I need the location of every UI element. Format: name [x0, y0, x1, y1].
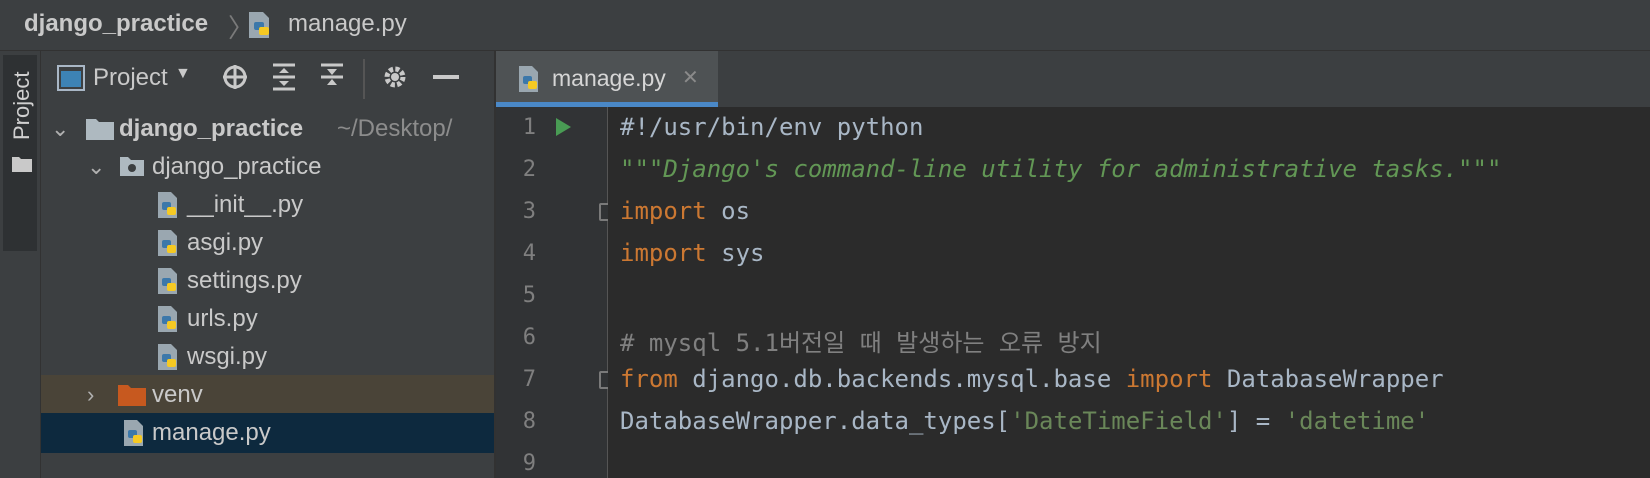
gear-icon[interactable] [381, 63, 409, 96]
code-line-3: import os [620, 197, 751, 225]
project-tool-tab-label: Project [9, 71, 34, 140]
editor-gutter: 1 2 3 4 5 6 7 8 9 [496, 107, 608, 478]
tree-item-wsgi-py[interactable]: wsgi.py [41, 337, 495, 377]
python-file-icon [155, 342, 181, 379]
code-line-8: DatabaseWrapper.data_types['DateTimeFiel… [620, 407, 1430, 435]
hide-icon[interactable] [433, 75, 459, 79]
navigation-bar: django_practice 〉 manage.py [0, 0, 1650, 51]
tree-item-label: manage.py [152, 419, 271, 446]
code-line-1: #!/usr/bin/env python [620, 113, 924, 141]
line-number: 6 [522, 325, 536, 350]
tree-item-label: venv [152, 381, 203, 408]
expand-all-icon[interactable] [271, 63, 297, 96]
tab-label: manage.py [552, 65, 666, 91]
tab-manage-py[interactable]: manage.py ✕ [496, 51, 718, 107]
line-number: 2 [522, 157, 536, 182]
project-tool-tab[interactable]: Project [3, 55, 37, 251]
tree-item-path-hint: ~/Desktop/ [337, 115, 453, 142]
line-number: 3 [522, 199, 536, 224]
line-number: 5 [522, 283, 536, 308]
tree-item-package[interactable]: ⌄ django_practice [41, 147, 495, 187]
tree-item-asgi-py[interactable]: asgi.py [41, 223, 495, 263]
chevron-down-icon[interactable]: ▼ [175, 65, 191, 83]
line-number: 8 [522, 409, 536, 434]
python-file-icon [155, 266, 181, 303]
python-file-icon [155, 304, 181, 341]
folder-icon [11, 155, 33, 178]
python-file-icon [121, 418, 147, 455]
line-number: 1 [522, 115, 536, 140]
close-icon[interactable]: ✕ [682, 65, 699, 90]
breadcrumb-file[interactable]: manage.py [288, 10, 407, 38]
tree-item-label: __init__.py [187, 191, 304, 218]
chevron-down-icon[interactable]: ⌄ [87, 147, 107, 187]
tree-item-label: wsgi.py [187, 343, 268, 370]
tree-item-init-py[interactable]: __init__.py [41, 185, 495, 225]
code-line-4: import sys [620, 239, 765, 267]
collapse-all-icon[interactable] [319, 63, 345, 96]
breadcrumb-project[interactable]: django_practice [24, 10, 208, 38]
code-line-2: """Django's command-line utility for adm… [620, 155, 1502, 183]
tree-item-label: django_practice [152, 153, 322, 180]
python-file-icon [246, 10, 274, 45]
chevron-right-icon[interactable]: › [87, 375, 107, 415]
tree-item-settings-py[interactable]: settings.py [41, 261, 495, 301]
tree-item-label: settings.py [187, 267, 302, 294]
folder-icon [85, 117, 115, 148]
toolbar-divider [363, 59, 365, 99]
line-number: 7 [522, 367, 536, 392]
package-icon [119, 155, 145, 184]
chevron-down-icon[interactable]: ⌄ [51, 109, 71, 149]
project-view-selector[interactable]: Project [93, 64, 168, 92]
tree-item-root[interactable]: ⌄ django_practice ~/Desktop/ [41, 109, 495, 149]
tree-item-label: asgi.py [187, 229, 264, 256]
tree-item-label: django_practice [119, 115, 304, 142]
tree-item-venv[interactable]: › venv [41, 375, 495, 415]
code-line-7: from django.db.backends.mysql.base impor… [620, 365, 1444, 393]
python-file-icon [155, 190, 181, 227]
line-number: 4 [522, 241, 536, 266]
project-panel-header: Project ▼ [41, 51, 495, 109]
python-file-icon [155, 228, 181, 265]
tree-item-urls-py[interactable]: urls.py [41, 299, 495, 339]
code-line-6: # mysql 5.1버전일 때 발생하는 오류 방지 [620, 329, 1102, 357]
project-view-icon [57, 65, 85, 96]
editor-tabs: manage.py ✕ [496, 51, 1650, 108]
tool-window-stripe: Project [0, 51, 41, 478]
run-icon[interactable] [554, 117, 572, 142]
folder-icon [117, 383, 147, 414]
tree-item-manage-py[interactable]: manage.py [41, 413, 495, 453]
code-editor[interactable]: #!/usr/bin/env python """Django's comman… [608, 107, 1650, 478]
line-number: 9 [522, 451, 536, 476]
tree-item-label: urls.py [187, 305, 258, 332]
locate-icon[interactable] [221, 63, 249, 96]
python-file-icon [516, 64, 542, 99]
project-tree: ⌄ django_practice ~/Desktop/ ⌄ django_pr… [41, 109, 495, 478]
